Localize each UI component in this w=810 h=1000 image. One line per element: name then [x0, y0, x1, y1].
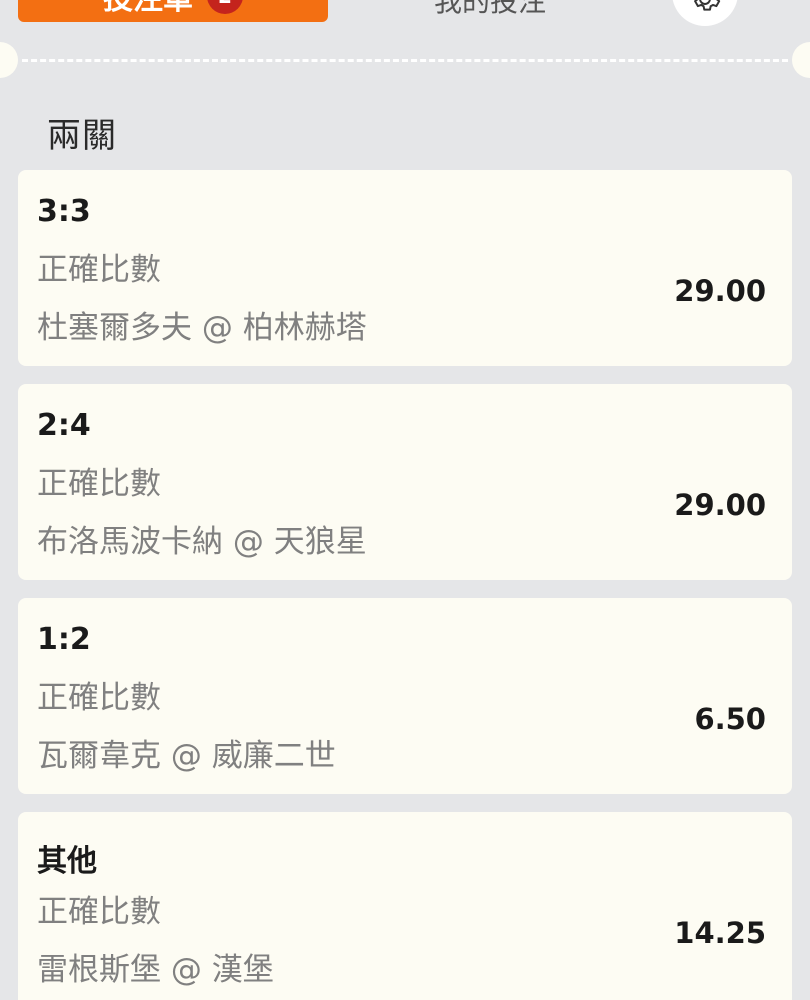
bet-market: 正確比數	[37, 252, 161, 288]
dashed-line	[22, 59, 788, 62]
bet-card[interactable]: 3:3 正確比數 杜塞爾多夫 @ 柏林赫塔 29.00	[18, 170, 792, 366]
bet-selection: 其他	[37, 844, 97, 879]
perforation-notch-left	[0, 42, 18, 78]
gear-icon	[694, 0, 721, 11]
top-tab-bar: 投注單 2 我的投注	[0, 0, 810, 26]
ticket-perforation-divider	[0, 40, 810, 80]
bet-market: 正確比數	[37, 680, 161, 716]
bet-event: 瓦爾韋克 @ 威廉二世	[37, 738, 336, 774]
tab-my-bets[interactable]: 我的投注	[380, 0, 600, 20]
bet-odds: 14.25	[674, 916, 766, 950]
bet-event: 布洛馬波卡納 @ 天狼星	[37, 524, 367, 560]
bet-list: 3:3 正確比數 杜塞爾多夫 @ 柏林赫塔 29.00 2:4 正確比數 布洛馬…	[18, 170, 792, 1000]
settings-button[interactable]	[672, 0, 738, 26]
perforation-notch-right	[792, 42, 810, 78]
bet-market: 正確比數	[37, 894, 161, 930]
bet-card[interactable]: 2:4 正確比數 布洛馬波卡納 @ 天狼星 29.00	[18, 384, 792, 580]
bet-card[interactable]: 其他 正確比數 雷根斯堡 @ 漢堡 14.25	[18, 812, 792, 1000]
bet-event: 杜塞爾多夫 @ 柏林赫塔	[37, 310, 367, 346]
bet-market: 正確比數	[37, 466, 161, 502]
bet-event: 雷根斯堡 @ 漢堡	[37, 952, 274, 988]
bet-selection: 1:2	[37, 622, 91, 657]
tab-betslip-label: 投注單	[103, 0, 193, 18]
bet-odds: 6.50	[694, 702, 766, 736]
bet-selection: 3:3	[37, 194, 91, 229]
bet-selection: 2:4	[37, 408, 91, 443]
betslip-count-badge: 2	[207, 0, 243, 14]
betslip-page: 投注單 2 我的投注 兩關 3:3 正確比數 杜塞爾多夫 @ 柏林赫塔 29.0…	[0, 0, 810, 1000]
section-title: 兩關	[47, 116, 117, 156]
bet-card[interactable]: 1:2 正確比數 瓦爾韋克 @ 威廉二世 6.50	[18, 598, 792, 794]
bet-odds: 29.00	[674, 488, 766, 522]
bet-odds: 29.00	[674, 274, 766, 308]
tab-betslip[interactable]: 投注單 2	[18, 0, 328, 22]
tab-my-bets-label: 我的投注	[433, 0, 546, 18]
